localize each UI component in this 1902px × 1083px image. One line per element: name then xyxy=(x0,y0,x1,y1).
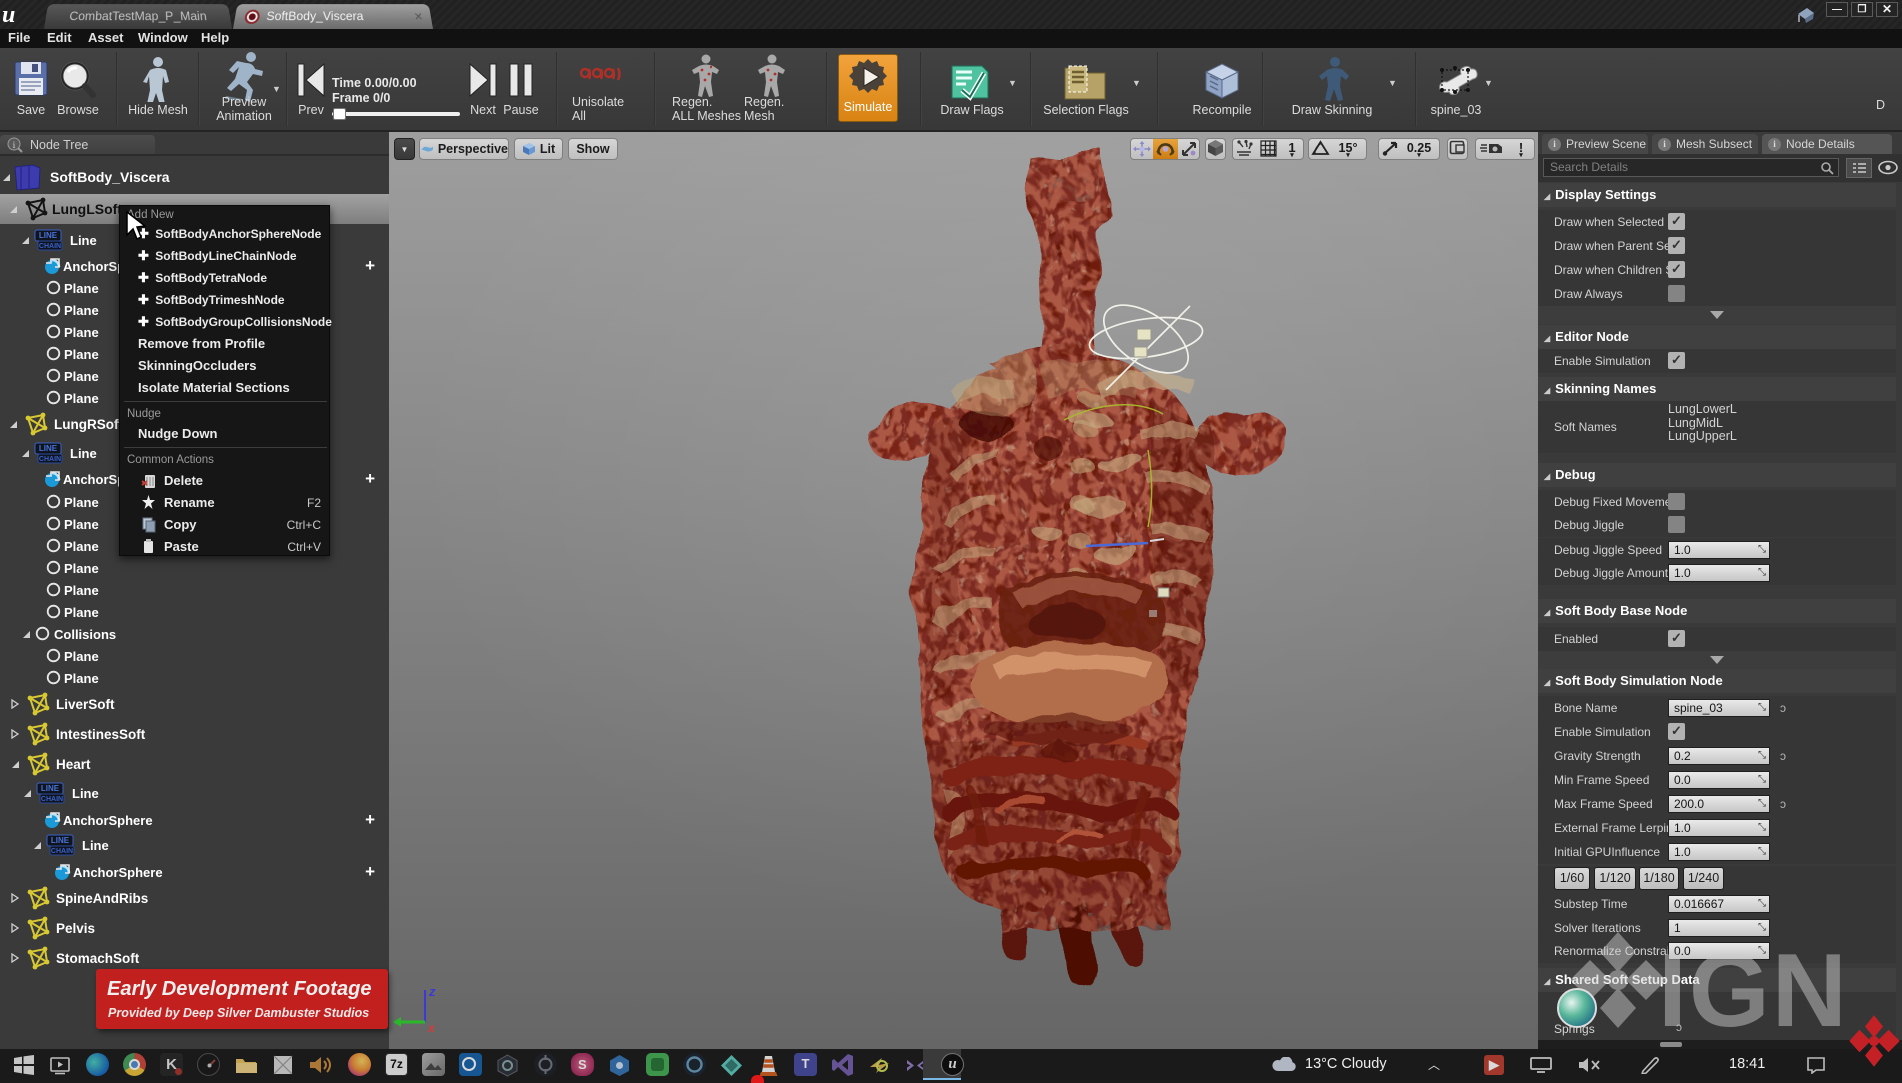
svg-text:z: z xyxy=(428,984,436,999)
svg-text:CHAIN: CHAIN xyxy=(51,848,73,855)
svg-text:LINE: LINE xyxy=(51,836,70,845)
svg-text:CHAIN: CHAIN xyxy=(39,243,61,250)
svg-text:LINE: LINE xyxy=(39,444,58,453)
svg-text:x: x xyxy=(427,1021,436,1034)
svg-text:CHAIN: CHAIN xyxy=(41,796,63,803)
svg-text:CHAIN: CHAIN xyxy=(39,456,61,463)
svg-text:LINE: LINE xyxy=(41,784,60,793)
svg-text:LINE: LINE xyxy=(39,231,58,240)
